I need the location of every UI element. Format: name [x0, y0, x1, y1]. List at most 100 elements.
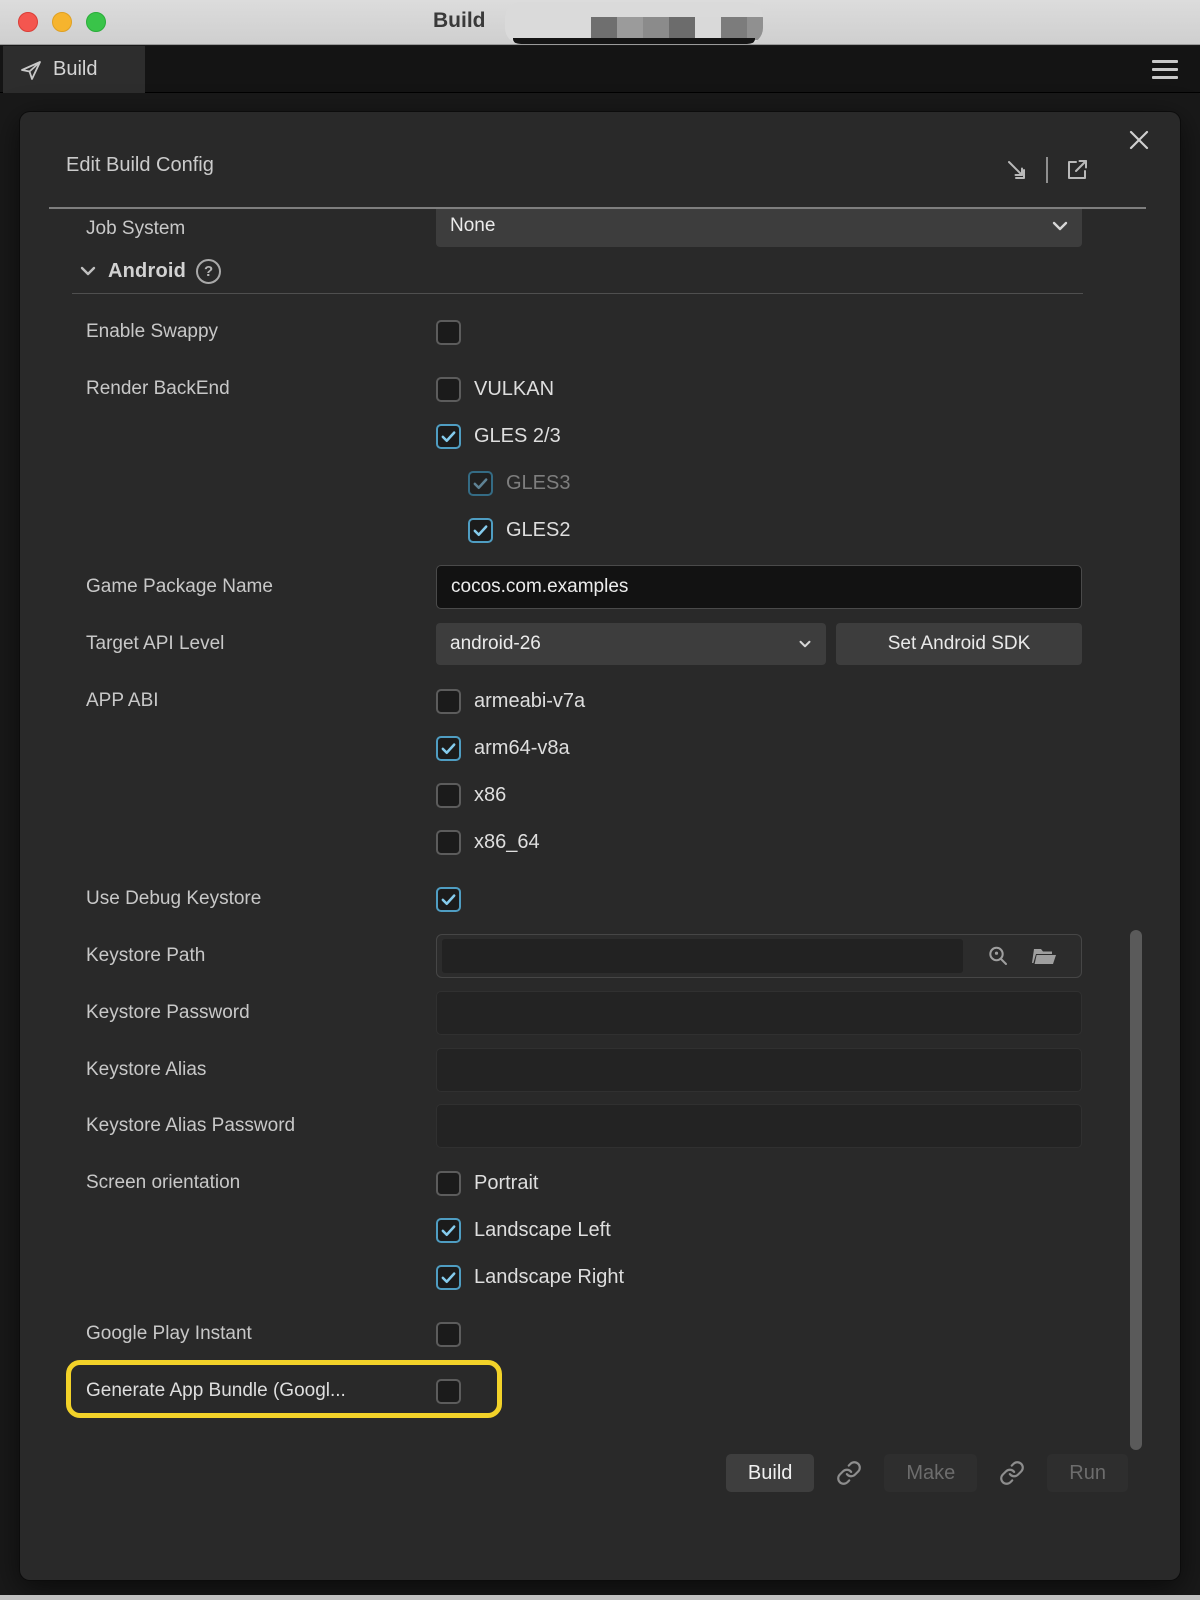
chevron-down-icon — [1050, 216, 1070, 236]
arm64-v8a-checkbox[interactable] — [436, 736, 461, 761]
game-package-name-label: Game Package Name — [86, 576, 436, 598]
locate-file-icon[interactable] — [986, 944, 1010, 968]
vulkan-checkbox[interactable] — [436, 377, 461, 402]
use-debug-keystore-checkbox[interactable] — [436, 887, 461, 912]
keystore-alias-password-input[interactable] — [436, 1104, 1082, 1148]
keystore-alias-input[interactable] — [436, 1048, 1082, 1092]
row-keystore-path: Keystore Path — [20, 934, 1180, 978]
row-google-play-instant: Google Play Instant — [20, 1315, 1180, 1353]
render-backend-label: Render BackEnd — [86, 378, 436, 400]
keystore-password-label: Keystore Password — [86, 1002, 436, 1024]
import-config-icon[interactable] — [1003, 156, 1030, 183]
gles2-checkbox[interactable] — [468, 518, 493, 543]
minimize-window-button[interactable] — [52, 12, 72, 32]
landscape-right-checkbox[interactable] — [436, 1265, 461, 1290]
build-config-form: Job System None Android ? Enable Swappy — [20, 209, 1180, 1450]
target-api-level-value: android-26 — [450, 633, 541, 655]
row-generate-app-bundle: Generate App Bundle (Googl... — [20, 1372, 1180, 1410]
set-android-sdk-button[interactable]: Set Android SDK — [836, 623, 1082, 665]
zoom-window-button[interactable] — [86, 12, 106, 32]
gles3-label: GLES3 — [506, 472, 570, 495]
tab-bar: Build — [0, 46, 1200, 93]
section-divider — [72, 293, 1083, 294]
row-keystore-alias: Keystore Alias — [20, 1048, 1180, 1092]
job-system-value: None — [450, 215, 495, 237]
job-system-select[interactable]: None — [436, 209, 1082, 247]
export-config-icon[interactable] — [1064, 156, 1091, 183]
close-window-button[interactable] — [18, 12, 38, 32]
gles3-checkbox — [468, 471, 493, 496]
toolbar-divider — [1046, 157, 1048, 183]
row-landscape-right: Landscape Right — [20, 1258, 1180, 1296]
app-abi-label: APP ABI — [86, 690, 436, 712]
armeabi-v7a-label: armeabi-v7a — [474, 690, 585, 713]
landscape-left-label: Landscape Left — [474, 1219, 611, 1242]
section-android[interactable]: Android ? — [20, 249, 1180, 293]
window-bottom-edge — [0, 1595, 1200, 1600]
use-debug-keystore-label: Use Debug Keystore — [86, 888, 436, 910]
vertical-scrollbar[interactable] — [1130, 930, 1142, 1450]
redacted-title-area — [505, 2, 763, 44]
enable-swappy-label: Enable Swappy — [86, 321, 436, 343]
build-button[interactable]: Build — [726, 1454, 814, 1492]
build-paper-plane-icon — [19, 58, 43, 82]
row-screen-orientation: Screen orientation Portrait — [20, 1164, 1180, 1202]
edit-build-config-dialog: Edit Build Config Job System None — [20, 112, 1180, 1580]
dialog-title: Edit Build Config — [66, 154, 214, 177]
x86-64-checkbox[interactable] — [436, 830, 461, 855]
game-package-name-input[interactable] — [436, 565, 1082, 609]
row-enable-swappy: Enable Swappy — [20, 313, 1180, 351]
keystore-path-input[interactable] — [442, 939, 963, 973]
generate-app-bundle-checkbox[interactable] — [436, 1379, 461, 1404]
row-keystore-password: Keystore Password — [20, 991, 1180, 1035]
keystore-alias-password-label: Keystore Alias Password — [86, 1115, 436, 1137]
google-play-instant-checkbox[interactable] — [436, 1322, 461, 1347]
chevron-down-icon — [78, 261, 98, 281]
row-use-debug-keystore: Use Debug Keystore — [20, 880, 1180, 918]
portrait-label: Portrait — [474, 1172, 538, 1195]
generate-app-bundle-label: Generate App Bundle (Googl... — [86, 1380, 436, 1402]
run-button[interactable]: Run — [1047, 1454, 1128, 1492]
row-x86: x86 — [20, 776, 1180, 814]
row-app-abi: APP ABI armeabi-v7a — [20, 682, 1180, 720]
panel-menu-icon[interactable] — [1152, 60, 1178, 79]
vulkan-label: VULKAN — [474, 378, 554, 401]
x86-checkbox[interactable] — [436, 783, 461, 808]
keystore-password-input[interactable] — [436, 991, 1082, 1035]
job-system-label: Job System — [86, 218, 436, 240]
row-target-api-level: Target API Level android-26 Set Android … — [20, 623, 1180, 665]
landscape-left-checkbox[interactable] — [436, 1218, 461, 1243]
tab-build[interactable]: Build — [3, 46, 145, 93]
row-gles2: GLES2 — [20, 511, 1180, 549]
chevron-down-icon — [796, 635, 814, 653]
link-icon — [836, 1460, 862, 1486]
keystore-alias-label: Keystore Alias — [86, 1059, 436, 1081]
dialog-footer: Build Make Run — [726, 1454, 1128, 1492]
link-icon — [999, 1460, 1025, 1486]
row-keystore-alias-password: Keystore Alias Password — [20, 1104, 1180, 1148]
open-folder-icon[interactable] — [1032, 944, 1058, 968]
row-game-package-name: Game Package Name — [20, 565, 1180, 609]
arm64-v8a-label: arm64-v8a — [474, 737, 570, 760]
row-gles23: GLES 2/3 — [20, 417, 1180, 455]
keystore-path-field — [436, 934, 1082, 978]
make-button[interactable]: Make — [884, 1454, 977, 1492]
enable-swappy-checkbox[interactable] — [436, 320, 461, 345]
x86-label: x86 — [474, 784, 506, 807]
tab-build-label: Build — [53, 58, 97, 81]
row-arm64-v8a: arm64-v8a — [20, 729, 1180, 767]
close-dialog-icon[interactable] — [1121, 122, 1157, 158]
gles2-label: GLES2 — [506, 519, 570, 542]
row-x86-64: x86_64 — [20, 823, 1180, 861]
x86-64-label: x86_64 — [474, 831, 540, 854]
google-play-instant-label: Google Play Instant — [86, 1323, 436, 1345]
portrait-checkbox[interactable] — [436, 1171, 461, 1196]
row-landscape-left: Landscape Left — [20, 1211, 1180, 1249]
screen-orientation-label: Screen orientation — [86, 1172, 436, 1194]
target-api-level-select[interactable]: android-26 — [436, 623, 826, 665]
gles23-checkbox[interactable] — [436, 424, 461, 449]
target-api-level-label: Target API Level — [86, 633, 436, 655]
armeabi-v7a-checkbox[interactable] — [436, 689, 461, 714]
help-icon[interactable]: ? — [196, 259, 221, 284]
window-titlebar: Build — [0, 0, 1200, 45]
